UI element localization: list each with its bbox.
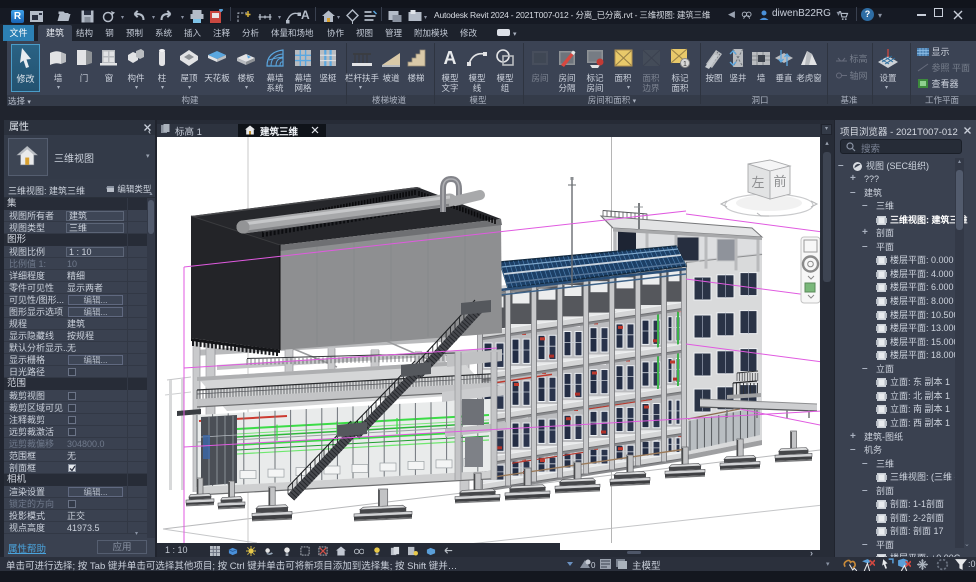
svg-text:A: A (444, 48, 457, 68)
svg-text:1: 1 (683, 61, 687, 68)
svg-text:左: 左 (751, 175, 764, 190)
svg-text:前: 前 (773, 174, 786, 189)
